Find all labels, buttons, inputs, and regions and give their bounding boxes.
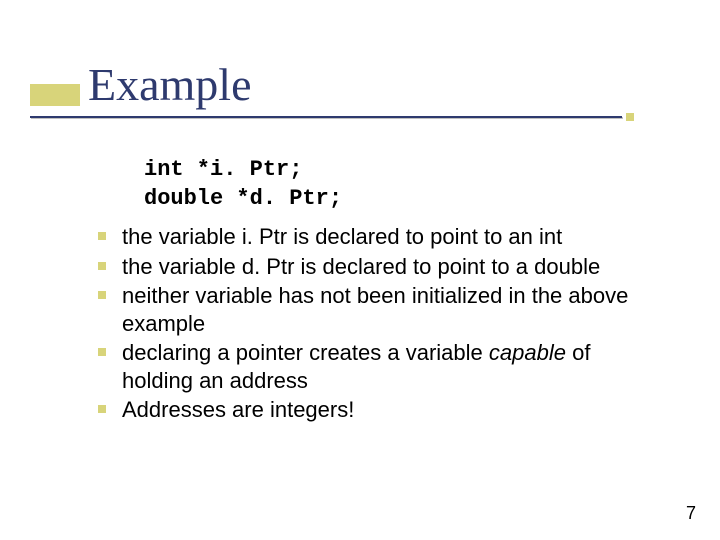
slide: Example int *i. Ptr; double *d. Ptr; the… <box>0 0 720 540</box>
page-number: 7 <box>686 503 696 524</box>
bullet-text: neither variable has not been initialize… <box>122 283 628 336</box>
code-line-2: double *d. Ptr; <box>144 186 342 211</box>
bullet-text: the variable d. Ptr is declared to point… <box>122 254 600 279</box>
bullet-icon <box>98 232 106 240</box>
bullet-icon <box>98 291 106 299</box>
list-item: Addresses are integers! <box>122 396 660 424</box>
bullet-list: the variable i. Ptr is declared to point… <box>122 223 660 424</box>
list-item: the variable i. Ptr is declared to point… <box>122 223 660 251</box>
code-line-1: int *i. Ptr; <box>144 157 302 182</box>
title-underline-dot <box>626 113 634 121</box>
bullet-text: declaring a pointer creates a variable <box>122 340 489 365</box>
bullet-text: the variable i. Ptr is declared to point… <box>122 224 562 249</box>
bullet-icon <box>98 405 106 413</box>
bullet-text-italic: capable <box>489 340 566 365</box>
title-underline <box>30 116 622 118</box>
bullet-icon <box>98 348 106 356</box>
title-area: Example <box>30 62 690 132</box>
list-item: declaring a pointer creates a variable c… <box>122 339 660 394</box>
list-item: neither variable has not been initialize… <box>122 282 660 337</box>
list-item: the variable d. Ptr is declared to point… <box>122 253 660 281</box>
title-accent-block <box>30 84 80 106</box>
code-block: int *i. Ptr; double *d. Ptr; <box>144 156 660 213</box>
bullet-text: Addresses are integers! <box>122 397 354 422</box>
slide-title: Example <box>88 58 252 111</box>
bullet-icon <box>98 262 106 270</box>
slide-body: int *i. Ptr; double *d. Ptr; the variabl… <box>122 156 660 426</box>
